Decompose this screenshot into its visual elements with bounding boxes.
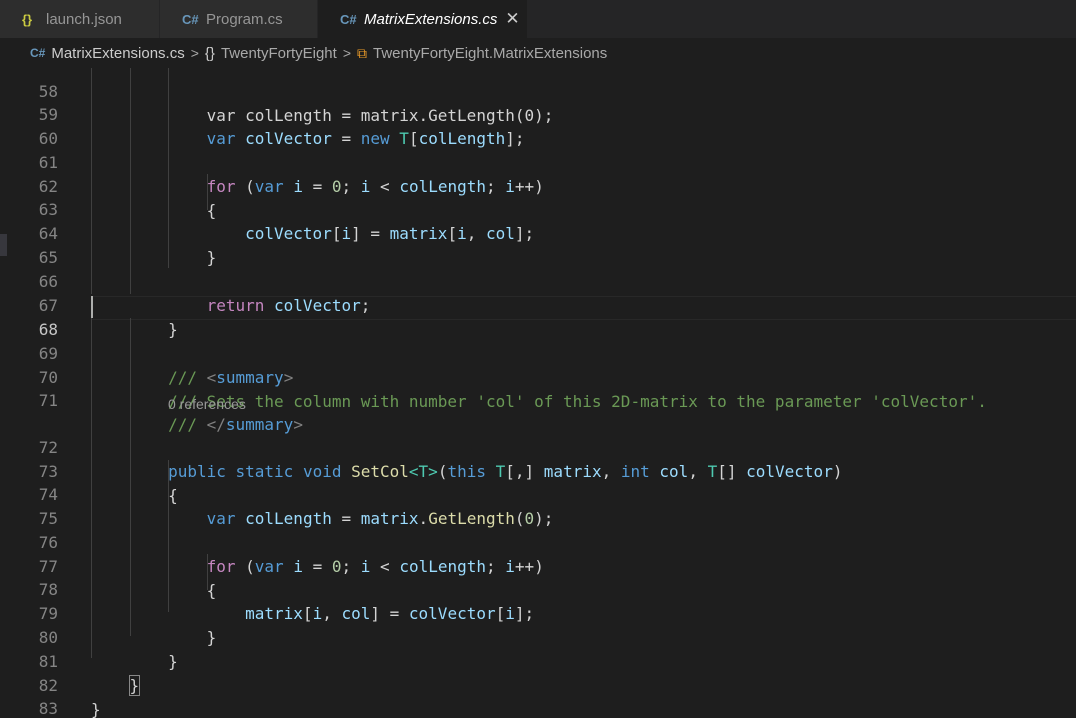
code-line-81: 81 } — [0, 626, 1076, 696]
code-line-63: 63 colVector[i] = matrix[i, col]; — [0, 174, 1076, 243]
tab-label: Program.cs — [206, 10, 283, 28]
code-line-66: 66 return colVector; — [0, 246, 1076, 315]
code-line-79: 79 } — [38, 604, 217, 647]
code-line-71: 71 /// </summary> — [0, 365, 1076, 434]
code-line-72: 72 public static void SetCol<T>(this T[,… — [0, 412, 1076, 481]
code-line-73: 73 { — [38, 462, 178, 505]
code-line-64: 64 } — [38, 224, 217, 267]
code-line-68: 68 — [38, 320, 58, 339]
csharp-file-icon: C# — [340, 11, 357, 27]
code-line-74: 74 var colLength = matrix.GetLength(0); — [0, 459, 1076, 528]
csharp-file-icon: C# — [182, 11, 199, 27]
tab-launch-json[interactable]: {} launch.json — [0, 0, 160, 38]
breadcrumb-class-label: TwentyFortyEight.MatrixExtensions — [373, 44, 608, 62]
code-line-77: 77 { — [38, 557, 217, 600]
code-editor[interactable]: 58 var colLength = matrix.GetLength(0); … — [0, 68, 1076, 718]
code-line-65: 65 — [38, 248, 58, 267]
tab-bar: {} launch.json C# Program.cs C# MatrixEx… — [0, 0, 1076, 38]
close-icon[interactable]: ✕ — [505, 9, 519, 29]
namespace-braces-icon: {} — [204, 44, 215, 62]
code-line-59: 59 var colVector = new T[colLength]; — [0, 79, 1076, 148]
tab-matrixextensions-cs[interactable]: C# MatrixExtensions.cs ✕ — [318, 0, 528, 38]
code-line-75: 75 — [38, 509, 58, 528]
class-icon: ⧉ — [357, 44, 368, 61]
breadcrumb: C# MatrixExtensions.cs > {} TwentyFortyE… — [0, 38, 1076, 68]
json-braces-icon: {} — [22, 11, 33, 27]
tab-label: MatrixExtensions.cs — [364, 10, 498, 28]
text-cursor — [91, 296, 93, 318]
breadcrumb-file[interactable]: C# MatrixExtensions.cs — [30, 45, 185, 62]
code-line-69: 69 /// <summary> — [0, 318, 1076, 387]
chevron-right-icon: > — [342, 45, 352, 61]
csharp-file-icon: C# — [30, 46, 46, 60]
code-line-76: 76 for (var i = 0; i < colLength; i++) — [0, 507, 1076, 576]
breadcrumb-class[interactable]: ⧉ TwentyFortyEight.MatrixExtensions — [357, 45, 607, 62]
code-line-70: 70 /// Sets the column with number 'col'… — [38, 368, 987, 411]
breadcrumb-file-label: MatrixExtensions.cs — [51, 44, 185, 62]
code-line-80: 80 } — [38, 628, 178, 671]
code-line-78: 78 matrix[i, col] = colVector[i]; — [0, 554, 1076, 623]
code-line-61: 61 for (var i = 0; i < colLength; i++) — [0, 127, 1076, 196]
tab-label: launch.json — [46, 10, 122, 28]
code-line-82: 82 } — [38, 676, 101, 718]
code-line-83: 83 — [38, 699, 58, 718]
tab-program-cs[interactable]: C# Program.cs — [160, 0, 318, 38]
code-line-62: 62 { — [38, 177, 217, 220]
chevron-right-icon: > — [190, 45, 199, 61]
breadcrumb-namespace-label: TwentyFortyEight — [220, 44, 337, 62]
code-line-60: 60 — [38, 129, 58, 148]
code-line-67: 67 } — [38, 296, 178, 339]
breadcrumb-namespace[interactable]: {} TwentyFortyEight — [205, 45, 337, 62]
